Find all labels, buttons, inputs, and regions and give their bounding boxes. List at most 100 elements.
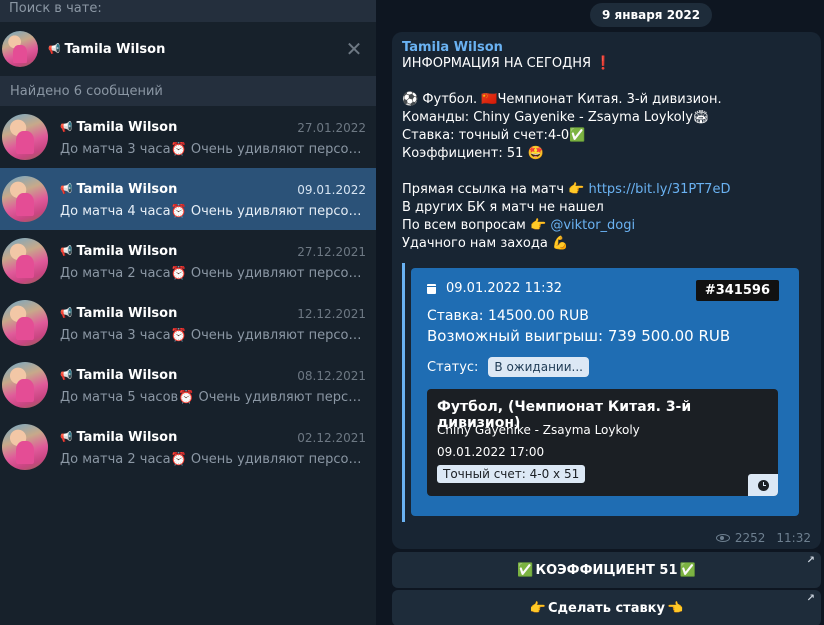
msg-line-1: ИНФОРМАЦИЯ НА СЕГОДНЯ [402, 56, 596, 71]
list-item[interactable]: 📢 Tamila Wilson 27.01.2022 До матча 3 час… [0, 106, 376, 168]
slip-win: Возможный выигрыш: 739 500.00 RUB [427, 327, 731, 345]
result-preview: До матча 4 часа [60, 203, 171, 219]
list-item[interactable]: 📢 Tamila Wilson 08.12.2021 До матча 5 час… [0, 354, 376, 416]
megaphone-icon: 📢 [60, 184, 73, 195]
exclamation-icon: ❗ [595, 56, 612, 71]
external-link-icon: ↗ [806, 555, 815, 566]
msg-line-9: Удачного нам захода [402, 236, 552, 251]
calendar-icon [427, 283, 436, 294]
message-meta: 2252 11:32 [715, 531, 811, 545]
filter-name-text: Tamila Wilson [64, 41, 166, 57]
list-item[interactable]: 📢 Tamila Wilson 09.01.2022 До матча 4 час… [0, 168, 376, 230]
alarm-icon: ⏰ [170, 327, 187, 343]
result-name: Tamila Wilson [76, 244, 178, 259]
result-preview-rest: Очень удивляют персонаж... [190, 141, 366, 157]
slip-card-bet: Точный счет: 4-0 x 51 [437, 465, 586, 483]
megaphone-icon: 📢 [60, 308, 73, 319]
close-icon[interactable]: ✕ [344, 39, 364, 59]
bet-slip-image: 09.01.2022 11:32 #341596 Ставка: 14500.0… [411, 268, 799, 516]
alarm-icon: ⏰ [170, 141, 187, 157]
list-item[interactable]: 📢 Tamila Wilson 02.12.2021 До матча 2 час… [0, 416, 376, 478]
result-preview-rest: Очень удивляют персонаж... [190, 203, 366, 219]
check-icon: ✅ [569, 128, 586, 143]
point-right-icon: 👉 [529, 600, 547, 616]
slip-date: 09.01.2022 11:32 [446, 281, 563, 296]
result-preview-rest: Очень удивляют персонаж... [190, 327, 366, 343]
msg-line-2: Футбол. [418, 92, 482, 107]
point-right-icon: 👉 [568, 182, 585, 197]
result-date: 08.12.2021 [297, 368, 366, 383]
point-right-icon: 👉 [529, 218, 547, 233]
match-link[interactable]: https://bit.ly/31PT7eD [588, 182, 730, 197]
msg-line-6: Прямая ссылка на матч [402, 182, 569, 197]
result-date: 09.01.2022 [297, 182, 366, 197]
msg-line-3: Команды: Chiny Gayenike - Zsayma Loykoly [402, 110, 693, 125]
msg-line-7: В других БК я матч не нашел [402, 200, 604, 215]
check-icon: ✅ [517, 562, 534, 578]
megaphone-icon: 📢 [48, 43, 61, 55]
result-preview: До матча 2 часа [60, 265, 171, 281]
point-left-icon: 👈 [666, 600, 684, 616]
result-name: Tamila Wilson [76, 182, 178, 197]
clock-icon [757, 479, 769, 491]
result-preview: До матча 2 часа [60, 451, 171, 467]
clock-badge [748, 474, 778, 496]
result-name: Tamila Wilson [76, 368, 178, 383]
contact-link[interactable]: @viktor_dogi [550, 218, 635, 233]
result-preview-rest: Очень удивляют персона... [194, 389, 367, 405]
result-name: Tamila Wilson [76, 306, 178, 321]
star-eyes-icon: 🤩 [527, 146, 544, 161]
slip-card-teams: Chiny Gayenike - Zsayma Loykoly [437, 423, 640, 437]
megaphone-icon: 📢 [60, 432, 73, 443]
msg-line-4: Ставка: точный счет:4-0 [402, 128, 570, 143]
chat-view: 9 января 2022 Tamila Wilson ИНФОРМАЦИЯ Н… [376, 0, 824, 625]
msg-line-8: По всем вопросам [402, 218, 530, 233]
search-input[interactable]: Поиск в чате: [0, 0, 376, 22]
slip-card-date: 09.01.2022 17:00 [437, 445, 545, 459]
message-text: ИНФОРМАЦИЯ НА СЕГОДНЯ ❗ ⚽ Футбол. 🇨🇳Чемп… [402, 55, 811, 253]
result-name: Tamila Wilson [76, 120, 178, 135]
slip-stake: Ставка: 14500.00 RUB [427, 308, 589, 324]
message-bubble[interactable]: Tamila Wilson ИНФОРМАЦИЯ НА СЕГОДНЯ ❗ ⚽ … [392, 32, 821, 549]
result-preview: До матча 3 часа [60, 141, 171, 157]
muscle-icon: 💪 [551, 236, 569, 251]
avatar [2, 176, 48, 222]
filter-chip: 📢 Tamila Wilson ✕ [0, 22, 376, 76]
megaphone-icon: 📢 [60, 246, 73, 257]
link-preview[interactable]: 09.01.2022 11:32 #341596 Ставка: 14500.0… [402, 263, 805, 522]
search-results-panel: Поиск в чате: 📢 Tamila Wilson ✕ Найдено … [0, 0, 376, 625]
result-preview-rest: Очень удивляют персонаж... [190, 451, 366, 467]
alarm-icon: ⏰ [178, 389, 195, 405]
megaphone-icon: 📢 [60, 122, 73, 133]
alarm-icon: ⏰ [170, 265, 187, 281]
avatar [2, 114, 48, 160]
coefficient-button[interactable]: ✅ КОЭФФИЦИЕНТ 51 ✅ ↗ [392, 552, 821, 588]
slip-ticket: #341596 [695, 280, 779, 301]
result-preview: До матча 5 часов [60, 389, 179, 405]
avatar [2, 424, 48, 470]
msg-line-5: Коэффициент: 51 [402, 146, 524, 161]
place-bet-button[interactable]: 👉 Сделать ставку 👈 ↗ [392, 590, 821, 625]
result-name: Tamila Wilson [76, 430, 178, 445]
external-link-icon: ↗ [806, 593, 815, 604]
avatar [2, 238, 48, 284]
megaphone-icon: 📢 [60, 370, 73, 381]
result-preview-rest: Очень удивляют персонаж... [190, 265, 366, 281]
result-date: 12.12.2021 [297, 306, 366, 321]
list-item[interactable]: 📢 Tamila Wilson 12.12.2021 До матча 3 час… [0, 292, 376, 354]
alarm-icon: ⏰ [170, 203, 187, 219]
search-placeholder: Поиск в чате: [9, 1, 102, 16]
message-time: 11:32 [776, 531, 811, 545]
coefficient-label: КОЭФФИЦИЕНТ 51 [535, 562, 678, 578]
filter-name: 📢 Tamila Wilson [48, 42, 165, 57]
stadium-icon: 🏟 [692, 110, 710, 125]
view-count: 2252 [734, 531, 766, 545]
list-item[interactable]: 📢 Tamila Wilson 27.12.2021 До матча 2 час… [0, 230, 376, 292]
status-badge: В ожидании... [488, 357, 589, 377]
message-sender[interactable]: Tamila Wilson [402, 40, 811, 55]
avatar [2, 31, 38, 67]
china-flag-icon: 🇨🇳 [481, 92, 498, 107]
alarm-icon: ⏰ [170, 451, 187, 467]
place-bet-label: Сделать ставку [548, 600, 665, 616]
result-date: 02.12.2021 [297, 430, 366, 445]
